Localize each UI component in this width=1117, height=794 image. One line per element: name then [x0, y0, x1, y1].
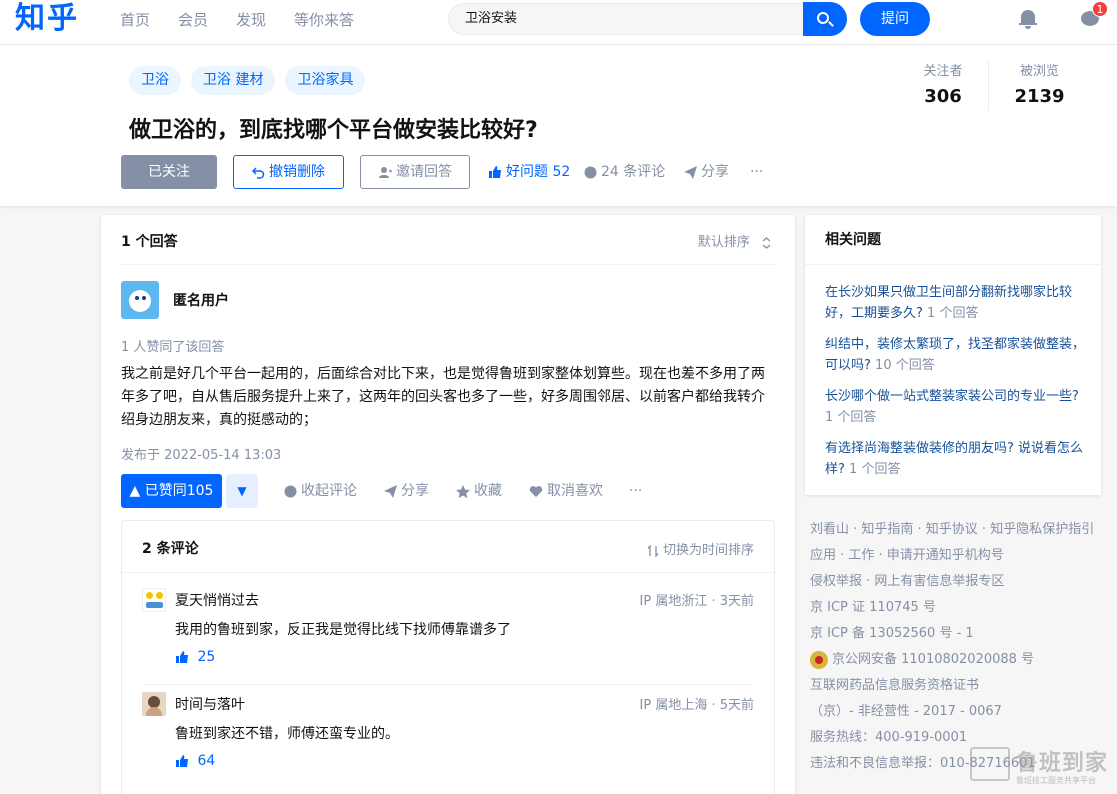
footer-links[interactable]: 应用 · 工作 · 申请开通知乎机构号	[810, 543, 1110, 569]
comment-meta: IP 属地浙江 · 3天前	[639, 594, 754, 609]
related-question-link[interactable]: 长沙哪个做一站式整装家装公司的专业一些? 1 个回答	[825, 386, 1085, 428]
answer-count: 1 个回答	[121, 234, 178, 250]
comment-text: 鲁班到家还不错，师傅还蛮专业的。	[175, 726, 399, 742]
site-footer: 刘看山 · 知乎指南 · 知乎协议 · 知乎隐私保护指引 应用 · 工作 · 申…	[810, 517, 1110, 777]
related-questions-card: 相关问题 在长沙如果只做卫生间部分翻新找哪家比较好，工期要多久? 1 个回答 纠…	[805, 215, 1101, 495]
good-question-button[interactable]: 好问题 52	[488, 155, 570, 189]
ask-button[interactable]: 提问	[860, 2, 930, 36]
thumb-up-icon	[176, 755, 188, 767]
avatar[interactable]	[142, 692, 166, 716]
topic-tag[interactable]: 卫浴	[129, 66, 181, 95]
topic-list: 卫浴 卫浴 建材 卫浴家具	[129, 66, 375, 95]
search-button[interactable]	[803, 2, 847, 36]
footer-links[interactable]: 刘看山 · 知乎指南 · 知乎协议 · 知乎隐私保护指引	[810, 517, 1110, 543]
nav-vip[interactable]: 会员	[178, 9, 208, 30]
footer-license[interactable]: 互联网药品信息服务资格证书	[810, 673, 1110, 699]
undo-icon	[252, 166, 265, 179]
main-nav: 首页 会员 发现 等你来答	[120, 0, 382, 38]
unlike-button[interactable]: 取消喜欢	[529, 474, 603, 508]
comment-count: 2 条评论	[142, 541, 199, 557]
nav-waiting-answers[interactable]: 等你来答	[294, 9, 354, 30]
related-question-link[interactable]: 在长沙如果只做卫生间部分翻新找哪家比较好，工期要多久? 1 个回答	[825, 282, 1085, 324]
footer-icp[interactable]: 京 ICP 证 110745 号	[810, 595, 1110, 621]
message-badge: 1	[1092, 1, 1108, 17]
related-list: 在长沙如果只做卫生间部分翻新找哪家比较好，工期要多久? 1 个回答 纠结中，装修…	[825, 282, 1085, 490]
answer-list-header: 1 个回答 默认排序	[121, 215, 775, 265]
add-user-icon	[379, 166, 392, 178]
star-icon	[456, 484, 470, 498]
avatar[interactable]	[142, 588, 166, 612]
switch-sort-button[interactable]: 切换为时间排序	[647, 539, 754, 558]
comment-icon	[284, 485, 297, 497]
footer-icp[interactable]: 京 ICP 备 13052560 号 - 1	[810, 621, 1110, 647]
comment-like-button[interactable]: 25	[175, 649, 215, 665]
share-button[interactable]: 分享	[684, 155, 729, 189]
search-input[interactable]: 卫浴安装	[448, 3, 804, 35]
question-header: 卫浴 卫浴 建材 卫浴家具 做卫浴的，到底找哪个平台做安装比较好? 关注者 30…	[0, 45, 1117, 206]
topic-tag[interactable]: 卫浴家具	[285, 66, 366, 95]
police-badge-icon	[810, 650, 828, 669]
nav-discover[interactable]: 发现	[236, 9, 266, 30]
avatar[interactable]	[121, 281, 159, 319]
footer-license: （京）- 非经营性 - 2017 - 0067	[810, 704, 1002, 719]
comment-header: 2 条评论 切换为时间排序	[122, 521, 774, 573]
zhihu-logo[interactable]: 知乎	[15, 0, 79, 38]
thumb-up-icon	[489, 166, 501, 178]
sort-arrows-icon	[647, 544, 659, 557]
question-stats: 关注者 306 被浏览 2139	[898, 61, 1090, 111]
related-title: 相关问题	[805, 215, 1101, 265]
comment-icon	[584, 166, 597, 178]
commenter-name[interactable]: 夏天悄悄过去	[175, 590, 259, 610]
more-button[interactable]: ···	[750, 155, 763, 189]
related-question-link[interactable]: 纠结中，装修太繁琐了，找圣都家装做整装，可以吗? 10 个回答	[825, 334, 1085, 376]
related-question-link[interactable]: 有选择尚海整装做装修的朋友吗? 说说看怎么样? 1 个回答	[825, 438, 1085, 480]
footer-police[interactable]: 京公网安备 11010802020088 号	[810, 647, 1110, 673]
agree-note: 1 人赞同了该回答	[121, 340, 225, 355]
undo-delete-button[interactable]: 撤销删除	[233, 155, 344, 189]
comment-meta: IP 属地上海 · 5天前	[639, 698, 754, 713]
views-stat: 被浏览 2139	[988, 61, 1090, 111]
upvote-button[interactable]: ▲ 已赞同105	[121, 474, 222, 508]
comment-text: 我用的鲁班到家，反正我是觉得比线下找师傅靠谱多了	[175, 622, 511, 638]
thumb-up-icon	[176, 651, 188, 663]
question-actions: 已关注 撤销删除 邀请回答 好问题 52 24 条评论 分享 ···	[121, 155, 821, 189]
followers-stat[interactable]: 关注者 306	[898, 61, 988, 111]
footer-links[interactable]: 侵权举报 · 网上有害信息举报专区	[810, 569, 1110, 595]
watermark-logo: 鲁班到家 鲁班技工服务共享平台	[968, 745, 1113, 790]
comment-panel: 2 条评论 切换为时间排序 夏天悄悄过去 IP 属地浙江 · 3天前 我用的鲁班…	[121, 520, 775, 794]
comment-like-button[interactable]: 64	[175, 753, 215, 769]
bell-icon[interactable]	[1019, 9, 1037, 29]
send-icon	[384, 484, 397, 498]
downvote-button[interactable]: ▼	[226, 474, 258, 508]
commenter-name[interactable]: 时间与落叶	[175, 694, 245, 714]
collect-button[interactable]: 收藏	[456, 474, 502, 508]
answer-more-button[interactable]: ···	[629, 474, 642, 508]
collapse-comments-button[interactable]: 收起评论	[284, 474, 357, 508]
answer-share-button[interactable]: 分享	[384, 474, 429, 508]
answer-list-card: 1 个回答 默认排序 匿名用户 1 人赞同了该回答 我之前是好几个平台一起用的，…	[101, 215, 795, 794]
answer-content: 我之前是好几个平台一起用的，后面综合对比下来，也是觉得鲁班到家整体划算些。现在也…	[121, 366, 765, 428]
nav-home[interactable]: 首页	[120, 9, 150, 30]
house-icon	[970, 747, 1010, 781]
send-icon	[684, 165, 697, 179]
author-name[interactable]: 匿名用户	[173, 290, 229, 310]
invite-answer-button[interactable]: 邀请回答	[360, 155, 470, 189]
sort-dropdown[interactable]: 默认排序	[698, 231, 775, 250]
top-bar: 知乎 首页 会员 发现 等你来答 卫浴安装 提问 1	[0, 0, 1117, 45]
topic-tag[interactable]: 卫浴 建材	[191, 66, 276, 95]
question-comments-button[interactable]: 24 条评论	[584, 155, 665, 189]
question-title: 做卫浴的，到底找哪个平台做安装比较好?	[129, 118, 538, 143]
followed-button[interactable]: 已关注	[121, 155, 217, 189]
heart-icon	[529, 485, 543, 497]
publish-time[interactable]: 发布于 2022-05-14 13:03	[121, 444, 281, 463]
sort-chevron-icon	[762, 236, 771, 249]
